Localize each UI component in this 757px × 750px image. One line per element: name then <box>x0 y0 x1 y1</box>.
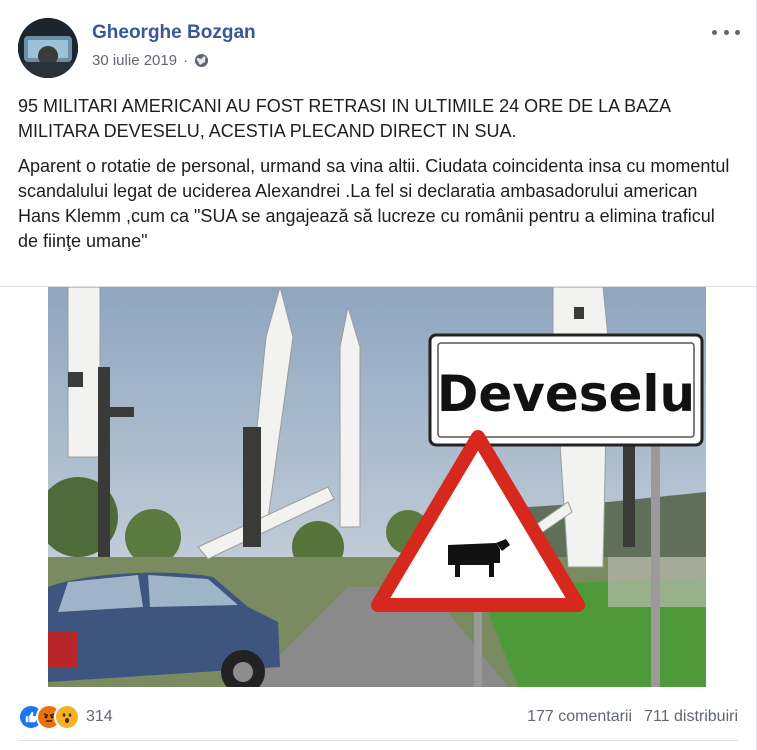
comments-count[interactable]: 177 comentarii <box>527 708 632 726</box>
post-meta: 30 iulie 2019 · <box>92 52 209 69</box>
reaction-count: 314 <box>86 708 113 725</box>
facebook-post-card: Gheorghe Bozgan 30 iulie 2019 · 95 MILIT… <box>0 0 757 750</box>
post-image[interactable]: Deveselu <box>48 287 706 687</box>
post-text: 95 MILITARI AMERICANI AU FOST RETRASI IN… <box>18 94 738 264</box>
post-paragraph: 95 MILITARI AMERICANI AU FOST RETRASI IN… <box>18 96 671 141</box>
sign-text: Deveselu <box>437 365 695 423</box>
post-header: Gheorghe Bozgan 30 iulie 2019 · <box>18 18 742 78</box>
divider <box>18 740 738 741</box>
reactions-summary[interactable]: 314 <box>18 704 113 730</box>
post-date[interactable]: 30 iulie 2019 <box>92 52 177 69</box>
post-paragraph: Aparent o rotatie de personal, urmand sa… <box>18 156 730 251</box>
post-stats: 177 comentarii 711 distribuiri <box>527 708 738 726</box>
meta-separator: · <box>183 52 189 69</box>
wow-icon <box>54 704 80 730</box>
author-name[interactable]: Gheorghe Bozgan <box>92 22 256 44</box>
globe-icon[interactable] <box>194 53 209 68</box>
more-options-icon[interactable] <box>712 24 740 40</box>
avatar[interactable] <box>18 18 78 78</box>
post-footer: 314 177 comentarii 711 distribuiri <box>18 700 738 732</box>
shares-count[interactable]: 711 distribuiri <box>644 708 738 726</box>
